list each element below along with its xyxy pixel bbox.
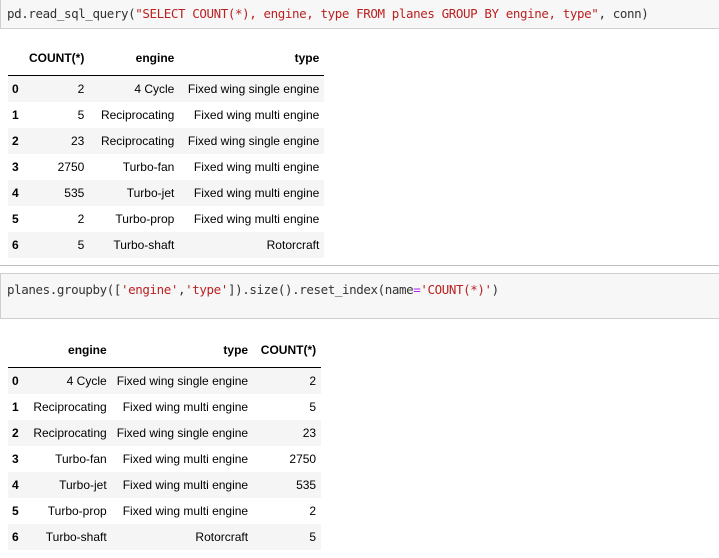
- column-header: [8, 41, 24, 76]
- table-cell: Turbo-prop: [115, 212, 175, 226]
- table-row: 0 4 Cycle Fixed wing single engine 2: [8, 367, 322, 394]
- table-cell: Turbo-jet: [59, 478, 107, 492]
- table-cell: Fixed wing multi engine: [122, 478, 249, 492]
- table-row: 2 23 Reciprocating Fixed wing single engine: [8, 128, 325, 154]
- code-token: pd.read_sql_query(: [7, 6, 136, 21]
- table-cell: Rotorcraft: [266, 238, 320, 252]
- table-row: 3 Turbo-fan Fixed wing multi engine 2750: [8, 446, 321, 472]
- code-cell-groupby[interactable]: planes.groupby(['engine','type']).size()…: [0, 273, 719, 319]
- code-token: , conn): [598, 6, 649, 21]
- table-cell: 2: [309, 374, 317, 388]
- table-row: 0 2 4 Cycle Fixed wing single engine: [8, 75, 325, 102]
- table-row: 4 535 Turbo-jet Fixed wing multi engine: [8, 180, 325, 206]
- code-token: 'type': [185, 282, 228, 297]
- table-cell: 2: [77, 82, 85, 96]
- column-header: COUNT(*): [24, 41, 90, 76]
- table-row: 6 Turbo-shaft Rotorcraft 5: [8, 524, 322, 550]
- table-cell: 2750: [289, 452, 317, 466]
- table-cell: Rotorcraft: [195, 530, 249, 544]
- table-cell: 4 Cycle: [134, 82, 175, 96]
- table-cell: Turbo-fan: [55, 452, 107, 466]
- dataframe-output-sql: COUNT(*) engine type 0 2 4 Cycle Fixed wing s…: [8, 41, 325, 258]
- column-header: [8, 333, 24, 368]
- code-token: 'engine': [121, 282, 179, 297]
- table-cell: Fixed wing single engine: [116, 374, 249, 388]
- table-cell: Fixed wing single engine: [187, 82, 320, 96]
- row-index: 4: [12, 186, 19, 200]
- row-index: 3: [12, 452, 19, 466]
- table-row: 5 Turbo-prop Fixed wing multi engine 2: [8, 498, 321, 524]
- table-cell: Fixed wing single engine: [116, 426, 249, 440]
- table-cell: Turbo-prop: [47, 504, 107, 518]
- table-cell: Fixed wing multi engine: [193, 212, 320, 226]
- row-index: 6: [12, 238, 19, 252]
- table-row: 5 2 Turbo-prop Fixed wing multi engine: [8, 206, 324, 232]
- code-token: ): [491, 282, 500, 297]
- code-token: "SELECT COUNT(*), engine, type FROM plan…: [135, 6, 599, 21]
- table-cell: Fixed wing multi engine: [193, 186, 320, 200]
- table-row: 1 Reciprocating Fixed wing multi engine 5: [8, 394, 321, 420]
- table-cell: 5: [309, 530, 317, 544]
- table-cell: Turbo-shaft: [45, 530, 107, 544]
- table-cell: Turbo-jet: [126, 186, 175, 200]
- code-token: planes.groupby([: [7, 282, 122, 297]
- row-index: 2: [12, 426, 19, 440]
- table-cell: Turbo-fan: [122, 160, 175, 174]
- table-cell: Reciprocating: [33, 400, 107, 414]
- table-row: 2 Reciprocating Fixed wing single engine 23: [8, 420, 322, 446]
- table-cell: 23: [70, 134, 85, 148]
- table-cell: 5: [309, 400, 317, 414]
- cell-separator: [0, 265, 719, 266]
- table-cell: Fixed wing multi engine: [193, 160, 320, 174]
- table-cell: Fixed wing single engine: [187, 134, 320, 148]
- table-cell: 535: [64, 186, 85, 200]
- table-cell: 2: [77, 212, 85, 226]
- table-cell: Fixed wing multi engine: [122, 504, 249, 518]
- table-cell: 535: [296, 478, 317, 492]
- dataframe-output-groupby: engine type COUNT(*) 0 4 Cycle Fixed wing si…: [8, 333, 322, 550]
- table-cell: Reciprocating: [33, 426, 107, 440]
- table-header-row: COUNT(*) engine type: [8, 41, 325, 76]
- row-index: 0: [12, 82, 19, 96]
- table-cell: Reciprocating: [100, 134, 175, 148]
- table-row: 1 5 Reciprocating Fixed wing multi engine: [8, 102, 324, 128]
- code-token: ]).size().reset_index(name: [227, 282, 414, 297]
- table-cell: 2750: [57, 160, 85, 174]
- row-index: 6: [12, 530, 19, 544]
- row-index: 1: [12, 108, 19, 122]
- table-cell: 4 Cycle: [66, 374, 107, 388]
- row-index: 5: [12, 212, 19, 226]
- table-cell: Reciprocating: [100, 108, 175, 122]
- column-header: engine: [89, 41, 180, 76]
- code-cell-sql-query[interactable]: pd.read_sql_query("SELECT COUNT(*), engi…: [0, 0, 719, 29]
- row-index: 3: [12, 160, 19, 174]
- table-cell: Turbo-shaft: [113, 238, 175, 252]
- row-index: 5: [12, 504, 19, 518]
- row-index: 4: [12, 478, 19, 492]
- table-row: 3 2750 Turbo-fan Fixed wing multi engine: [8, 154, 324, 180]
- table-row: 4 Turbo-jet Fixed wing multi engine 535: [8, 472, 322, 498]
- column-header: type: [111, 333, 254, 368]
- row-index: 2: [12, 134, 19, 148]
- code-token: 'COUNT(*)': [420, 282, 492, 297]
- row-index: 0: [12, 374, 19, 388]
- table-header-row: engine type COUNT(*): [8, 333, 322, 368]
- table-row: 6 5 Turbo-shaft Rotorcraft: [8, 232, 325, 258]
- table-cell: 2: [309, 504, 317, 518]
- column-header: COUNT(*): [253, 333, 322, 368]
- table-cell: 23: [302, 426, 317, 440]
- column-header: engine: [23, 333, 112, 368]
- column-header: type: [179, 41, 325, 76]
- table-cell: 5: [77, 108, 85, 122]
- table-cell: Fixed wing multi engine: [193, 108, 320, 122]
- table-cell: 5: [77, 238, 85, 252]
- row-index: 1: [12, 400, 19, 414]
- table-cell: Fixed wing multi engine: [122, 400, 249, 414]
- table-cell: Fixed wing multi engine: [122, 452, 249, 466]
